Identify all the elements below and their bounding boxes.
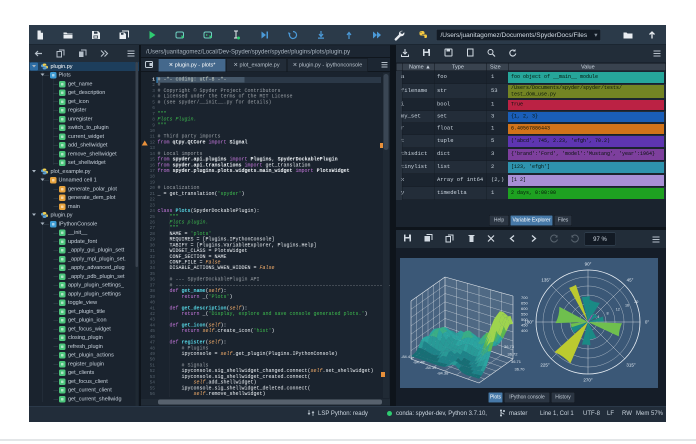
svg-text:4: 4 [597, 315, 599, 319]
svg-text:315°: 315° [626, 363, 636, 368]
svg-text:45°: 45° [627, 278, 634, 283]
svg-text:20: 20 [634, 300, 638, 304]
svg-text:225°: 225° [540, 363, 550, 368]
svg-text:0°: 0° [645, 320, 650, 325]
svg-text:12: 12 [616, 308, 620, 312]
svg-text:8: 8 [607, 311, 609, 315]
svg-text:180°: 180° [524, 320, 534, 325]
svg-text:16: 16 [625, 304, 629, 308]
svg-text:270°: 270° [583, 378, 593, 383]
svg-text:135°: 135° [541, 278, 551, 283]
svg-text:90°: 90° [585, 262, 592, 267]
